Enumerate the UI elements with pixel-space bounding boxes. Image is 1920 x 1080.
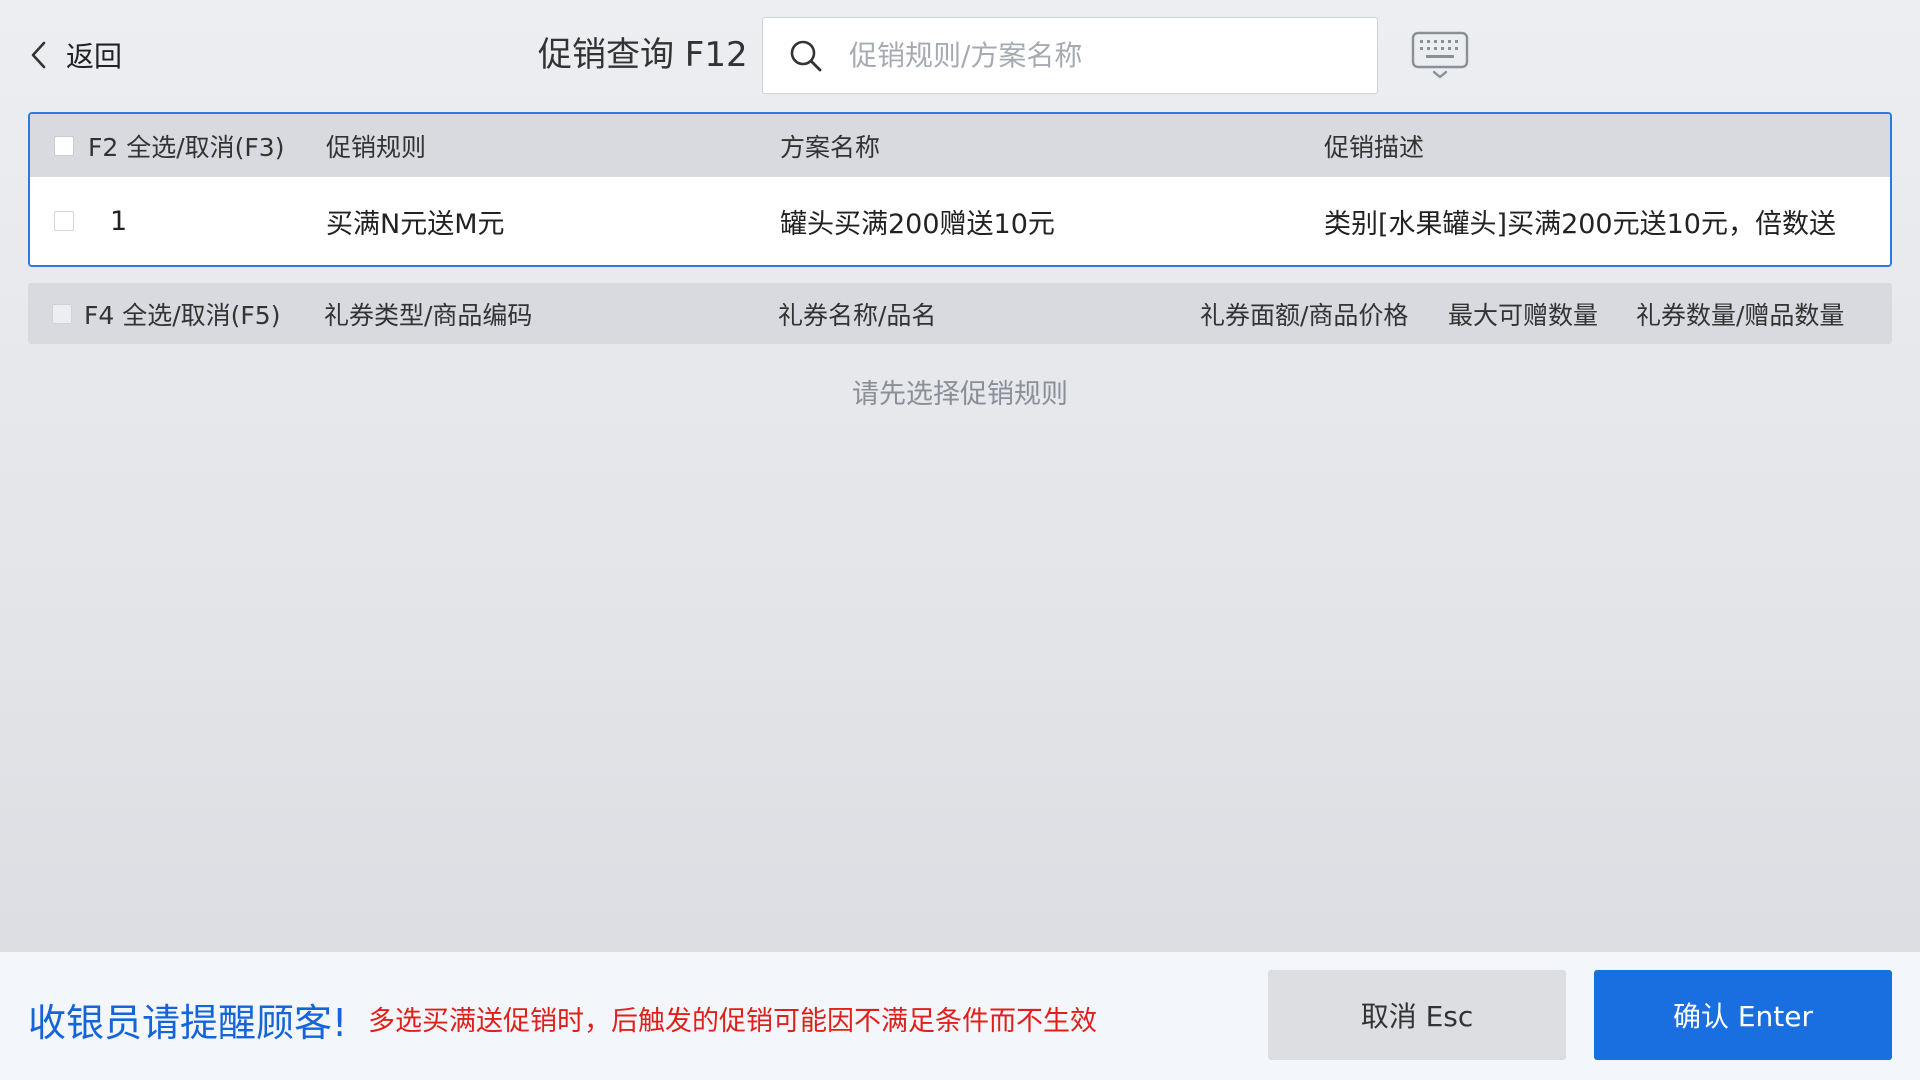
empty-hint: 请先选择促销规则 bbox=[852, 379, 1068, 410]
search-box[interactable] bbox=[762, 17, 1378, 94]
row-rule: 买满N元送M元 bbox=[326, 208, 505, 240]
column-header-gift-quantity: 礼券数量/赠品数量 bbox=[1636, 300, 1845, 330]
gifts-select-all-label[interactable]: F4 全选/取消(F5) bbox=[84, 283, 280, 344]
warning-title: 收银员请提醒顾客! bbox=[28, 1001, 348, 1045]
column-header-rule: 促销规则 bbox=[326, 132, 427, 162]
confirm-button[interactable]: 确认 Enter bbox=[1594, 970, 1892, 1060]
search-icon bbox=[790, 40, 822, 71]
keyboard-icon[interactable] bbox=[1410, 30, 1470, 80]
row-checkbox[interactable] bbox=[54, 211, 74, 231]
warning-text: 多选买满送促销时，后触发的促销可能因不满足条件而不生效 bbox=[368, 1006, 1097, 1037]
row-scheme: 罐头买满200赠送10元 bbox=[780, 208, 1055, 240]
gifts-select-all-checkbox[interactable] bbox=[52, 303, 72, 324]
chevron-left-icon bbox=[31, 41, 46, 69]
rules-table: F2 全选/取消(F3) 促销规则 方案名称 促销描述 1 买满N元送M元 罐头… bbox=[28, 112, 1892, 267]
gifts-table-header: F4 全选/取消(F5) 礼券类型/商品编码 礼券名称/品名 礼券面额/商品价格… bbox=[28, 283, 1892, 344]
table-row[interactable]: 1 买满N元送M元 罐头买满200赠送10元 类别[水果罐头]买满200元送10… bbox=[30, 177, 1890, 265]
cancel-button[interactable]: 取消 Esc bbox=[1268, 970, 1566, 1060]
column-header-gift-name: 礼券名称/品名 bbox=[778, 300, 937, 330]
rules-select-all-checkbox[interactable] bbox=[54, 135, 74, 156]
column-header-scheme: 方案名称 bbox=[780, 132, 881, 162]
search-input[interactable] bbox=[847, 38, 1351, 73]
column-header-max-quantity: 最大可赠数量 bbox=[1448, 300, 1599, 330]
column-header-gift-value: 礼券面额/商品价格 bbox=[1200, 300, 1409, 330]
back-button[interactable]: 返回 bbox=[28, 34, 122, 76]
row-index: 1 bbox=[110, 205, 128, 237]
column-header-gift-type: 礼券类型/商品编码 bbox=[324, 300, 533, 330]
page-title: 促销查询 F12 bbox=[538, 35, 748, 75]
back-label: 返回 bbox=[66, 40, 123, 73]
rules-select-all-label[interactable]: F2 全选/取消(F3) bbox=[88, 114, 284, 177]
column-header-description: 促销描述 bbox=[1324, 132, 1425, 162]
rules-table-header: F2 全选/取消(F3) 促销规则 方案名称 促销描述 bbox=[30, 114, 1890, 177]
row-description: 类别[水果罐头]买满200元送10元，倍数送 bbox=[1324, 208, 1836, 240]
footer: 收银员请提醒顾客! 多选买满送促销时，后触发的促销可能因不满足条件而不生效 取消… bbox=[0, 952, 1920, 1080]
